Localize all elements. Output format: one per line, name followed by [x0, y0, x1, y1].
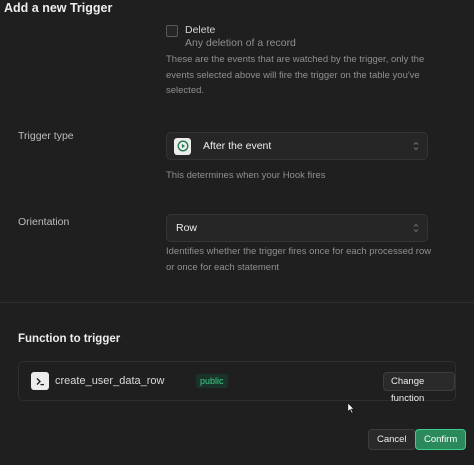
function-section-title: Function to trigger: [18, 333, 121, 345]
add-trigger-panel: Add a new Trigger Delete Any deletion of…: [0, 0, 474, 465]
orientation-help-line: Identifies whether the trigger fires onc…: [166, 246, 432, 257]
trigger-type-label: Trigger type: [18, 130, 74, 142]
orientation-label: Orientation: [18, 216, 70, 228]
events-help-text: These are the events that are watched by…: [166, 52, 424, 99]
chevron-up-down-icon: [413, 141, 419, 151]
orientation-value: Row: [176, 222, 198, 234]
confirm-button[interactable]: Confirm: [415, 429, 467, 450]
events-help-line: events selected above will fire the trig…: [166, 69, 420, 81]
trigger-type-value: After the event: [203, 140, 272, 152]
delete-event-option[interactable]: Delete Any deletion of a record: [166, 24, 296, 49]
play-circle-icon: [174, 137, 191, 155]
delete-description: Any deletion of a record: [185, 37, 296, 49]
orientation-help-text: Identifies whether the trigger fires onc…: [166, 244, 431, 275]
delete-checkbox[interactable]: [166, 25, 178, 37]
orientation-help-line: or once for each statement: [166, 261, 280, 273]
section-divider: [0, 302, 474, 303]
orientation-select[interactable]: Row: [166, 214, 428, 242]
terminal-icon: [31, 372, 49, 390]
mouse-cursor-icon: [347, 402, 355, 414]
schema-badge: public: [196, 374, 228, 388]
change-function-button[interactable]: Change function: [383, 372, 455, 404]
function-name: create_user_data_row: [55, 375, 165, 387]
trigger-type-help: This determines when your Hook fires: [166, 170, 326, 181]
dialog-title: Add a new Trigger: [0, 0, 474, 18]
cancel-button[interactable]: Cancel: [368, 429, 416, 450]
events-help-line: These are the events that are watched by…: [166, 54, 425, 65]
events-help-line: selected.: [166, 85, 205, 96]
delete-label: Delete: [185, 24, 216, 36]
chevron-up-down-icon: [413, 223, 419, 233]
trigger-type-select[interactable]: After the event: [166, 132, 428, 160]
function-card: create_user_data_row public Change funct…: [18, 361, 456, 404]
